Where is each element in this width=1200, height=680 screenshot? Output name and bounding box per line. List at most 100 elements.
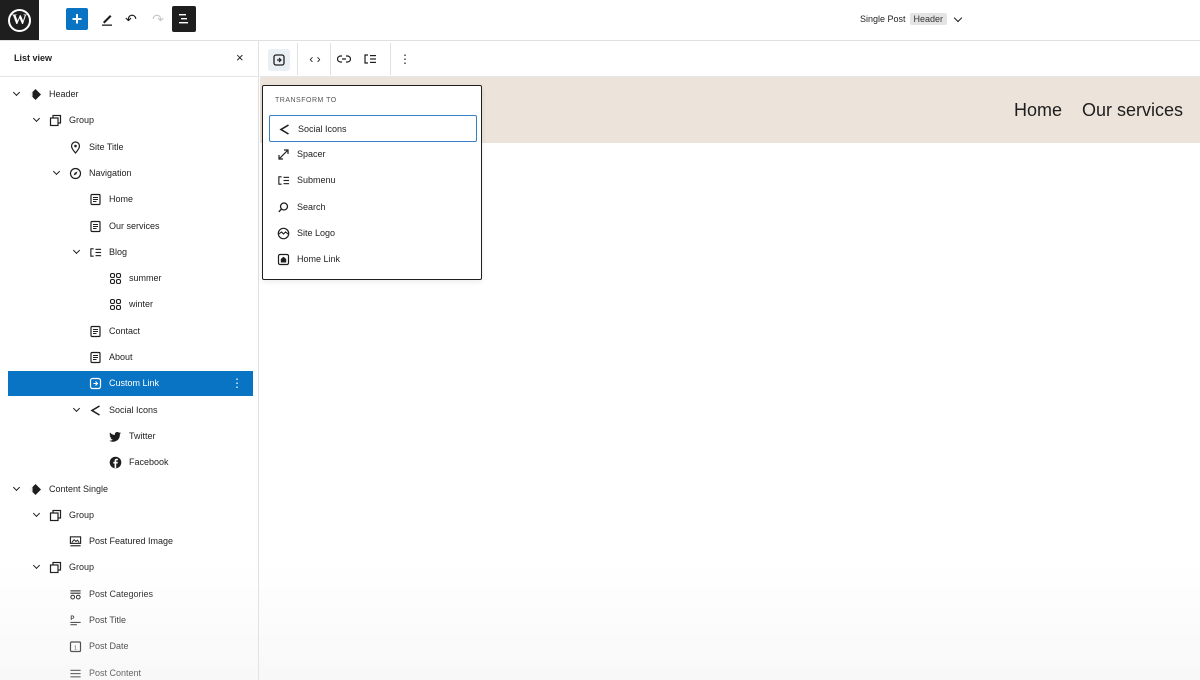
facebook-icon: [109, 456, 122, 469]
block-transform-button[interactable]: [268, 49, 290, 71]
list-view-item-contact[interactable]: Contact: [8, 319, 253, 344]
chevron-down-icon[interactable]: [32, 509, 41, 517]
transform-popover: Transform to Social Icons Spacer Submenu Se…: [262, 85, 482, 280]
list-view-item-label: Post Content: [89, 667, 142, 678]
compass-icon: [69, 167, 82, 180]
link-icon: [337, 55, 351, 63]
search-icon: [277, 201, 290, 214]
group-icon: [49, 509, 62, 522]
editor-top-bar: W + ↶ ↷ Single Post Header: [0, 0, 1200, 41]
transform-option-search[interactable]: Search: [269, 194, 477, 221]
block-inserter-button[interactable]: +: [66, 8, 88, 30]
home-icon: [277, 253, 290, 266]
page-icon: [89, 193, 102, 206]
close-icon[interactable]: ×: [236, 50, 244, 65]
list-view-item-label: Post Categories: [89, 588, 154, 599]
page-icon: [89, 351, 102, 364]
chevron-down-icon[interactable]: [12, 483, 21, 491]
nav-link-home[interactable]: Home: [1014, 100, 1062, 121]
post-date-icon: 1: [69, 640, 82, 653]
wordpress-logo-icon: W: [8, 8, 31, 32]
list-view-item-post-title[interactable]: P Post Title: [8, 608, 253, 633]
list-view-title: List view: [14, 53, 53, 63]
list-view-item-header[interactable]: Header: [8, 82, 253, 107]
list-view-item-custom-link[interactable]: Custom Link ⋮: [8, 371, 253, 397]
chevron-down-icon[interactable]: [32, 562, 41, 570]
template-part-icon: [29, 483, 42, 496]
list-view-item-summer[interactable]: summer: [8, 266, 253, 291]
add-submenu-button[interactable]: [362, 51, 378, 67]
chevron-down-icon[interactable]: [32, 115, 41, 123]
chevron-down-icon[interactable]: [12, 88, 21, 97]
chevron-down-icon[interactable]: [72, 404, 81, 412]
list-view-item-group[interactable]: Group: [8, 503, 253, 528]
transform-option-home-link[interactable]: Home Link: [269, 246, 477, 273]
transform-option-label: Search: [297, 201, 326, 212]
list-view-item-facebook[interactable]: Facebook: [8, 450, 253, 475]
site-logo-icon: [277, 227, 290, 240]
list-view-item-label: winter: [129, 299, 154, 310]
transform-option-submenu[interactable]: Submenu: [269, 167, 477, 194]
more-options-button[interactable]: ⋮: [399, 51, 411, 67]
wordpress-logo-button[interactable]: W: [0, 0, 39, 40]
list-view-item-group[interactable]: Group: [8, 555, 253, 580]
group-icon: [49, 561, 62, 574]
share-icon: [278, 123, 291, 136]
submenu-icon: [364, 54, 376, 64]
list-view-item-label: Group: [69, 562, 95, 573]
link-button[interactable]: [336, 51, 352, 67]
list-view-item-site-title[interactable]: Site Title: [8, 135, 253, 160]
submenu-icon: [277, 174, 290, 187]
list-view-item-our-services[interactable]: Our services: [8, 214, 253, 239]
resize-icon: [277, 148, 290, 161]
transform-option-spacer[interactable]: Spacer: [269, 141, 477, 168]
tools-button[interactable]: [96, 8, 118, 30]
item-options-icon[interactable]: ⋮: [231, 376, 243, 390]
list-view-button[interactable]: [172, 6, 196, 32]
toolbar-divider: [330, 43, 331, 75]
chevron-down-icon[interactable]: [72, 246, 81, 254]
list-view-item-label: Navigation: [89, 167, 132, 178]
list-view-item-winter[interactable]: winter: [8, 292, 253, 317]
list-view-item-label: Custom Link: [109, 378, 160, 389]
transform-heading: Transform to: [275, 97, 337, 104]
list-view-item-label: Content Single: [49, 483, 109, 494]
list-view-item-post-featured-image[interactable]: Post Featured Image: [8, 529, 253, 554]
document-title-button[interactable]: Single Post Header: [860, 13, 963, 25]
transform-option-social-icons[interactable]: Social Icons: [269, 115, 477, 142]
list-view-header: List view ×: [0, 41, 258, 77]
list-view-item-post-categories[interactable]: Post Categories: [8, 582, 253, 607]
transform-option-site-logo[interactable]: Site Logo: [269, 220, 477, 247]
list-view-item-navigation[interactable]: Navigation: [8, 161, 253, 186]
svg-text:1: 1: [74, 646, 77, 652]
list-view-item-content-single[interactable]: Content Single: [8, 477, 253, 502]
twitter-icon: [109, 430, 122, 443]
undo-button[interactable]: ↶: [120, 8, 142, 30]
list-view-item-post-date[interactable]: 1 Post Date: [8, 634, 253, 659]
chevron-down-icon[interactable]: [52, 167, 61, 175]
category-icon: [109, 272, 122, 285]
chevron-down-icon: [953, 13, 963, 22]
list-view-item-group[interactable]: Group: [8, 108, 253, 133]
template-part-badge: Header: [909, 13, 948, 25]
redo-button[interactable]: ↷: [147, 8, 169, 30]
nav-link-our-services[interactable]: Our services: [1082, 100, 1183, 121]
transform-option-label: Submenu: [297, 175, 336, 186]
move-arrows-button[interactable]: ‹ ›: [304, 51, 326, 67]
toolbar-divider: [297, 43, 298, 75]
category-icon: [109, 298, 122, 311]
list-view-icon: [179, 14, 188, 24]
list-view-item-twitter[interactable]: Twitter: [8, 424, 253, 449]
list-view-item-label: Post Featured Image: [89, 536, 174, 547]
list-view-item-home[interactable]: Home: [8, 187, 253, 212]
list-view-item-blog[interactable]: Blog: [8, 240, 253, 265]
transform-option-label: Spacer: [297, 149, 326, 160]
list-view-item-label: About: [109, 352, 133, 362]
custom-link-icon: [273, 54, 285, 66]
list-view-item-label: Facebook: [129, 457, 169, 468]
list-view-item-label: Blog: [109, 246, 128, 257]
list-view-item-post-content[interactable]: Post Content: [8, 661, 253, 680]
list-view-item-about[interactable]: About: [8, 345, 253, 370]
transform-option-label: Home Link: [297, 254, 341, 264]
list-view-item-social-icons[interactable]: Social Icons: [8, 398, 253, 423]
